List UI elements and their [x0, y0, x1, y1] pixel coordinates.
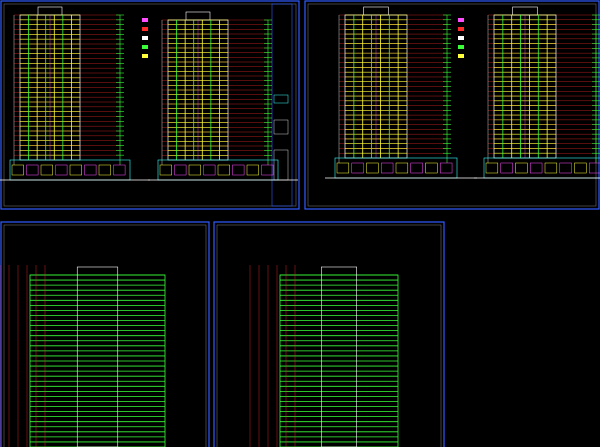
- sheet-4-frame: [213, 221, 445, 447]
- sheet-2-legend-swatch: [458, 18, 464, 22]
- sheet-1-tower-b-podium-shop: [232, 164, 245, 176]
- sheet-1-tower-b-podium-shop: [174, 164, 187, 176]
- sheet-2-legend-swatch: [458, 36, 464, 40]
- sheet-1-tower-a-podium-shop: [55, 164, 68, 176]
- sheet-1-tower-a-podium-shop: [84, 164, 97, 176]
- sheet-1-tower-b-podium-shop: [261, 164, 274, 176]
- sheet-2-tower-a-tower-crown: [363, 6, 389, 16]
- sheet-1-tower-a-podium-shop: [26, 164, 39, 176]
- sheet-2-legend-swatch: [458, 27, 464, 31]
- sheet-1-tower-a-podium-shop: [113, 164, 126, 176]
- sheet-1-legend-swatch: [142, 45, 148, 49]
- sheet-2-tower-a-podium-shop: [366, 162, 379, 174]
- sheet-1-tower-a-podium-shop: [40, 164, 53, 176]
- sheet-2-tower-a-podium-shop: [410, 162, 423, 174]
- sheet-1-legend-swatch: [142, 36, 148, 40]
- sheet-3-core: [76, 266, 119, 447]
- sheet-2-tower-b-podium-shop: [515, 162, 528, 174]
- sheet-2-tower-b-podium-shop: [485, 162, 499, 174]
- sheet-1-tower-b-podium-shop: [188, 164, 201, 176]
- sheet-2-tower-b-podium-shop: [574, 162, 587, 174]
- sheet-2-tower-a-podium-shop: [336, 162, 350, 174]
- sheet-1-title-block: [271, 3, 293, 207]
- sheet-1-tower-b-podium-shop: [203, 164, 216, 176]
- sheet-1-legend-swatch: [142, 27, 148, 31]
- sheet-1-tower-a-podium-shop: [69, 164, 82, 176]
- sheet-1-tower-b-tower-crown: [185, 11, 211, 21]
- sheet-2-tower-a-podium-shop: [381, 162, 394, 174]
- sheet-2-tower-a-podium-shop: [351, 162, 364, 174]
- sheet-4-core: [320, 266, 357, 447]
- sheet-2-legend-swatch: [458, 45, 464, 49]
- sheet-2-tower-b-podium-shop: [559, 162, 572, 174]
- sheet-2-tower-b-podium-shop: [530, 162, 543, 174]
- sheet-1-tower-b-podium-shop: [217, 164, 230, 176]
- sheet-1-tower-b-podium-shop: [159, 164, 172, 176]
- sheet-1-legend-swatch: [142, 54, 148, 58]
- sheet-2-legend-swatch: [458, 54, 464, 58]
- sheet-1-tower-a-podium-shop: [98, 164, 111, 176]
- cad-drawing-canvas[interactable]: [0, 0, 600, 447]
- sheet-1-tower-a-tower-crown: [37, 6, 63, 16]
- sheet-3-frame: [0, 221, 210, 447]
- sheet-2-tower-a-podium-shop: [440, 162, 453, 174]
- cad-drawing-svg: [0, 0, 600, 447]
- sheet-2-tower-b-podium-shop: [500, 162, 513, 174]
- sheet-2-tower-a-podium-shop: [395, 162, 409, 174]
- sheet-2-tower-b-tower-crown: [512, 6, 538, 16]
- sheet-frames: [0, 0, 600, 447]
- sheet-2-tower-b-podium-shop: [589, 162, 600, 174]
- sheet-1-tower-a-podium-shop: [11, 164, 24, 176]
- sheet-2-tower-b-podium-shop: [544, 162, 558, 174]
- sheet-1-tower-b-podium-shop: [246, 164, 259, 176]
- sheet-2-tower-a-podium-shop: [425, 162, 438, 174]
- sheet-1-legend-swatch: [142, 18, 148, 22]
